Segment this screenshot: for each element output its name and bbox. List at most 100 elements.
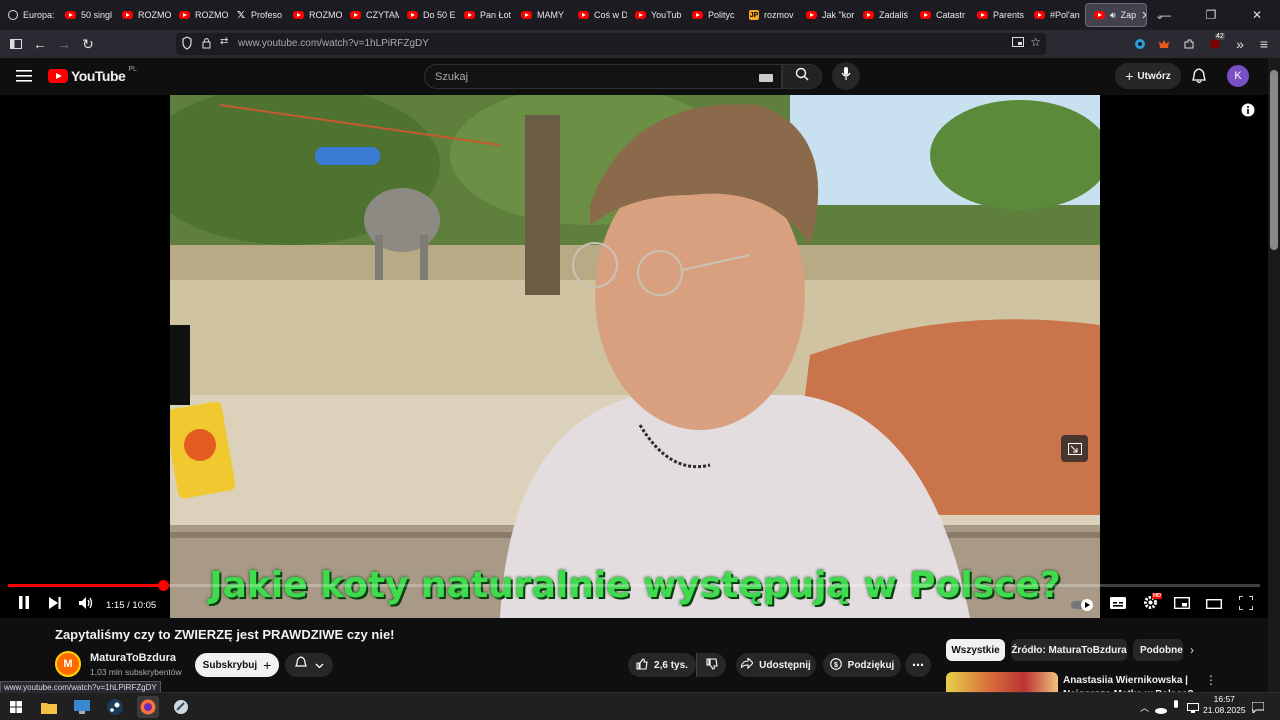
- recommendation-more-icon[interactable]: ⋮: [1205, 673, 1217, 687]
- restore-button[interactable]: ❐: [1188, 8, 1234, 22]
- recommendation-title[interactable]: Anastasiia Wiernikowska | Najgorsza Matk…: [1063, 674, 1198, 694]
- chevron-down-icon: [315, 656, 324, 674]
- permissions-icon[interactable]: ⇄: [220, 36, 228, 47]
- browser-tab[interactable]: #Pol'an: [1026, 0, 1083, 30]
- browser-tab[interactable]: YouTub: [627, 0, 684, 30]
- browser-tab[interactable]: MAMY: [513, 0, 570, 30]
- browser-tab[interactable]: JP rozmov: [741, 0, 798, 30]
- scrollbar-thumb[interactable]: [1270, 70, 1278, 250]
- progress-bar[interactable]: [8, 580, 1260, 591]
- network-icon[interactable]: [1187, 700, 1199, 718]
- volume-button[interactable]: [76, 592, 96, 618]
- control-panel-icon[interactable]: [71, 696, 93, 718]
- chip-from-channel[interactable]: Źródło: MaturaToBzdura: [1011, 639, 1127, 661]
- browser-tab[interactable]: Polityc: [684, 0, 741, 30]
- vpn-extension-icon[interactable]: [1128, 32, 1152, 56]
- url-bar[interactable]: ⇄ www.youtube.com/watch?v=1hLPiRFZgDY ☆: [176, 33, 1046, 55]
- voice-search-button[interactable]: [832, 62, 860, 90]
- theater-mode-button[interactable]: [1204, 592, 1224, 618]
- tray-mic-icon[interactable]: [1172, 699, 1180, 717]
- browser-tab[interactable]: Jak "kor: [798, 0, 855, 30]
- back-icon[interactable]: ←: [28, 32, 52, 56]
- browser-tab[interactable]: 𝕏 Profeso: [228, 0, 285, 30]
- browser-tab[interactable]: ROZMO: [171, 0, 228, 30]
- browser-tab[interactable]: Zadaliś: [855, 0, 912, 30]
- like-button[interactable]: 2,6 tys.: [628, 653, 696, 677]
- notifications-bell-icon[interactable]: [1192, 68, 1206, 89]
- close-window-button[interactable]: ✕: [1234, 8, 1280, 22]
- channel-avatar[interactable]: M: [55, 651, 81, 677]
- search-button[interactable]: [782, 64, 822, 89]
- extensions-icon[interactable]: [1177, 32, 1201, 56]
- dislike-button[interactable]: [696, 653, 726, 677]
- file-explorer-icon[interactable]: [38, 696, 60, 718]
- url-text[interactable]: www.youtube.com/watch?v=1hLPiRFZgDY: [238, 38, 429, 49]
- settings-button[interactable]: HD: [1140, 592, 1162, 618]
- lock-icon[interactable]: [202, 37, 211, 52]
- search-input[interactable]: Szukaj: [424, 64, 782, 89]
- picture-in-picture-icon[interactable]: [1012, 37, 1024, 50]
- system-clock[interactable]: 16:57 21.08.2025: [1203, 694, 1246, 716]
- notification-center-icon[interactable]: [1251, 700, 1265, 718]
- browser-tab[interactable]: Coś w D: [570, 0, 627, 30]
- miniplayer-button[interactable]: [1172, 592, 1192, 618]
- windows-start-icon[interactable]: [5, 696, 27, 718]
- next-button[interactable]: [45, 592, 65, 618]
- recommendation-thumbnail[interactable]: [946, 672, 1058, 692]
- forward-icon[interactable]: →: [52, 32, 76, 56]
- channel-name[interactable]: MaturaToBzdura: [90, 652, 176, 664]
- subscribe-button[interactable]: Subskrybuj +: [195, 653, 279, 677]
- browser-tab-label: Parents: [993, 10, 1025, 20]
- account-avatar[interactable]: K: [1227, 65, 1249, 87]
- chip-all[interactable]: Wszystkie: [946, 639, 1005, 661]
- active-tab[interactable]: 🔊︎ Zap ✕: [1085, 3, 1147, 27]
- subtitles-button[interactable]: [1108, 592, 1128, 618]
- sidebar-toggle-icon[interactable]: [4, 32, 28, 56]
- bookmark-star-icon[interactable]: ☆: [1030, 35, 1041, 49]
- steam-icon[interactable]: [104, 696, 126, 718]
- browser-tab[interactable]: 50 singl: [57, 0, 114, 30]
- browser-tab[interactable]: ROZMO: [114, 0, 171, 30]
- tool-app-icon[interactable]: [170, 696, 192, 718]
- browser-tab[interactable]: Pan Łot: [456, 0, 513, 30]
- more-actions-button[interactable]: ⋯: [905, 653, 931, 677]
- sponsor-card-icon[interactable]: [1061, 435, 1088, 462]
- youtube-logo[interactable]: YouTube PL: [48, 66, 137, 84]
- browser-tab[interactable]: Europa:: [0, 0, 57, 30]
- chip-related[interactable]: Podobne: [1133, 639, 1183, 661]
- firefox-icon[interactable]: [137, 696, 159, 718]
- app-menu-icon[interactable]: ≡: [1252, 32, 1276, 56]
- notification-settings-button[interactable]: [285, 653, 333, 677]
- browser-tab[interactable]: Parents: [969, 0, 1026, 30]
- chevron-right-icon[interactable]: ›: [1190, 643, 1194, 657]
- browser-tab[interactable]: ROZMO: [285, 0, 342, 30]
- browser-tab[interactable]: Do 50 Ε: [399, 0, 456, 30]
- browser-tab-label: ROZMO: [309, 10, 342, 20]
- minimize-button[interactable]: —: [1142, 8, 1188, 22]
- browser-tab-label: 50 singl: [81, 10, 113, 20]
- progress-scrubber[interactable]: [158, 580, 170, 591]
- hamburger-menu-icon[interactable]: [16, 69, 32, 87]
- tray-overflow-icon[interactable]: ︿: [1140, 701, 1149, 714]
- speaker-icon[interactable]: 🔊︎: [1110, 10, 1116, 21]
- shield-icon[interactable]: [182, 36, 192, 53]
- video-player[interactable]: Jakie koty naturalnie występują w Polsce…: [0, 95, 1268, 618]
- plus-icon: +: [1125, 68, 1134, 84]
- fullscreen-button[interactable]: [1236, 592, 1256, 618]
- thanks-button[interactable]: $ Podziękuj: [823, 653, 901, 677]
- autoplay-toggle[interactable]: [1070, 592, 1096, 618]
- browser-tab[interactable]: CZYTAM: [342, 0, 399, 30]
- create-button[interactable]: + Utwórz: [1115, 63, 1181, 89]
- info-icon[interactable]: [1241, 103, 1255, 122]
- onedrive-icon[interactable]: [1155, 701, 1167, 719]
- overflow-menu-icon[interactable]: »: [1228, 32, 1252, 56]
- keyboard-icon[interactable]: [759, 73, 773, 85]
- reload-icon[interactable]: ↻: [76, 32, 100, 56]
- ublock-extension-icon[interactable]: 42: [1203, 32, 1227, 56]
- pause-button[interactable]: [14, 592, 34, 618]
- more-horizontal-icon: ⋯: [912, 658, 924, 672]
- fox-extension-icon[interactable]: [1152, 32, 1176, 56]
- share-button[interactable]: Udostępnij: [736, 653, 816, 677]
- browser-tab[interactable]: Catastr: [912, 0, 969, 30]
- video-frame[interactable]: Jakie koty naturalnie występują w Polsce…: [170, 95, 1100, 618]
